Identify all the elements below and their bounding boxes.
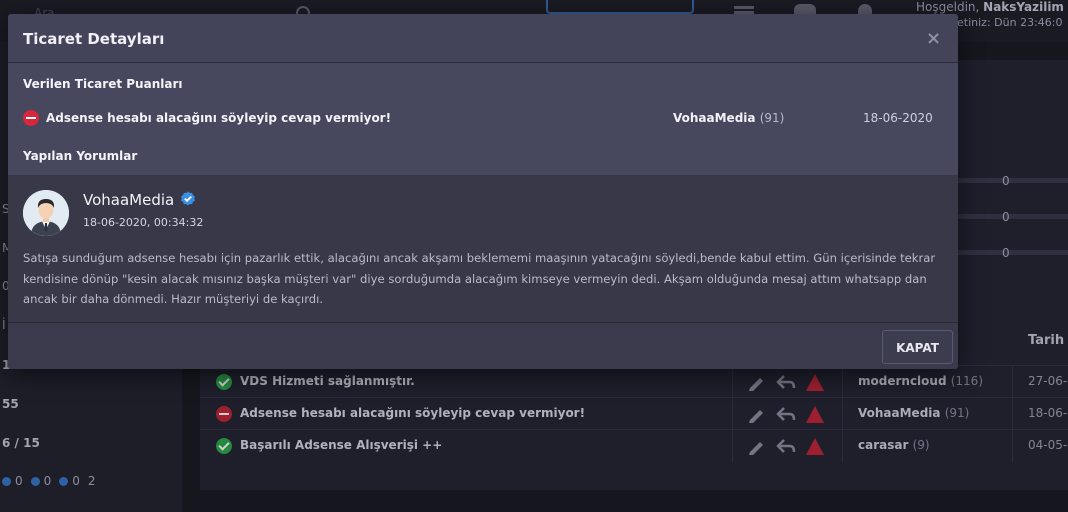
close-icon[interactable]: × (926, 28, 941, 49)
rating-user-count: (91) (759, 111, 785, 125)
rating-row: Adsense hesabı alacağını söyleyip cevap … (23, 109, 943, 129)
comment-datetime: 18-06-2020, 00:34:32 (83, 216, 204, 229)
comment-text: Satışa sunduğum adsense hesabı için paza… (23, 251, 936, 306)
user-avatar-icon (23, 190, 69, 236)
modal-title: Ticaret Detayları (23, 30, 165, 48)
negative-rating-icon (23, 110, 39, 126)
verified-icon (181, 191, 196, 206)
modal-footer: KAPAT (8, 323, 958, 369)
rating-date: 18-06-2020 (863, 111, 933, 125)
comments-section-label: Yapılan Yorumlar (23, 149, 138, 163)
avatar[interactable] (23, 190, 69, 236)
modal-header: Ticaret Detayları × (8, 14, 958, 63)
comment-user[interactable]: VohaaMedia (83, 191, 174, 209)
ratings-section-label: Verilen Ticaret Puanları (23, 77, 183, 91)
comment-card: VohaaMedia 18-06-2020, 00:34:32 Satışa s… (8, 175, 958, 323)
close-button[interactable]: KAPAT (882, 330, 953, 364)
trade-details-modal: Ticaret Detayları × Verilen Ticaret Puan… (8, 14, 958, 369)
rating-user[interactable]: VohaaMedia (673, 111, 756, 125)
rating-title: Adsense hesabı alacağını söyleyip cevap … (46, 111, 392, 125)
